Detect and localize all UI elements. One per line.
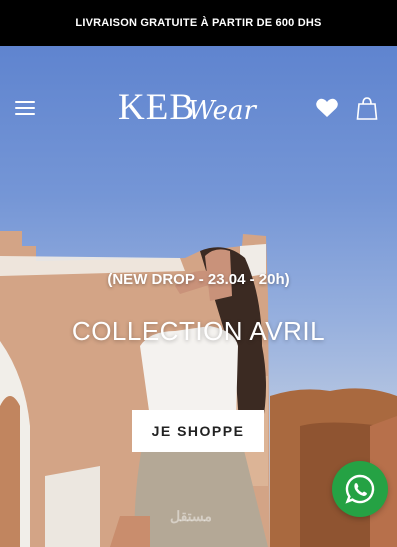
shop-now-button[interactable]: JE SHOPPE <box>132 410 264 452</box>
brand-logo[interactable]: KEB Wear <box>118 86 270 130</box>
watermark-text: مستقل <box>170 508 212 524</box>
whatsapp-icon <box>345 474 375 504</box>
heart-icon <box>316 98 338 117</box>
announcement-bar: LIVRAISON GRATUITE À PARTIR DE 600 DHS <box>0 0 397 46</box>
site-header: KEB Wear <box>0 46 397 166</box>
menu-icon-bar <box>15 113 35 115</box>
menu-button[interactable] <box>13 98 37 118</box>
logo-main-text: KEB <box>118 87 195 128</box>
hero-title: COLLECTION AVRIL <box>71 316 326 346</box>
new-drop-text: (NEW DROP - 23.04 - 20h) <box>107 271 290 288</box>
cart-button[interactable] <box>356 95 378 121</box>
logo-script-text: Wear <box>188 96 256 126</box>
menu-icon <box>15 101 35 103</box>
announcement-text: LIVRAISON GRATUITE À PARTIR DE 600 DHS <box>75 17 322 29</box>
menu-icon-bar <box>15 107 35 109</box>
whatsapp-button[interactable] <box>332 461 388 517</box>
wishlist-button[interactable] <box>315 97 339 119</box>
shopping-bag-icon <box>356 97 378 120</box>
